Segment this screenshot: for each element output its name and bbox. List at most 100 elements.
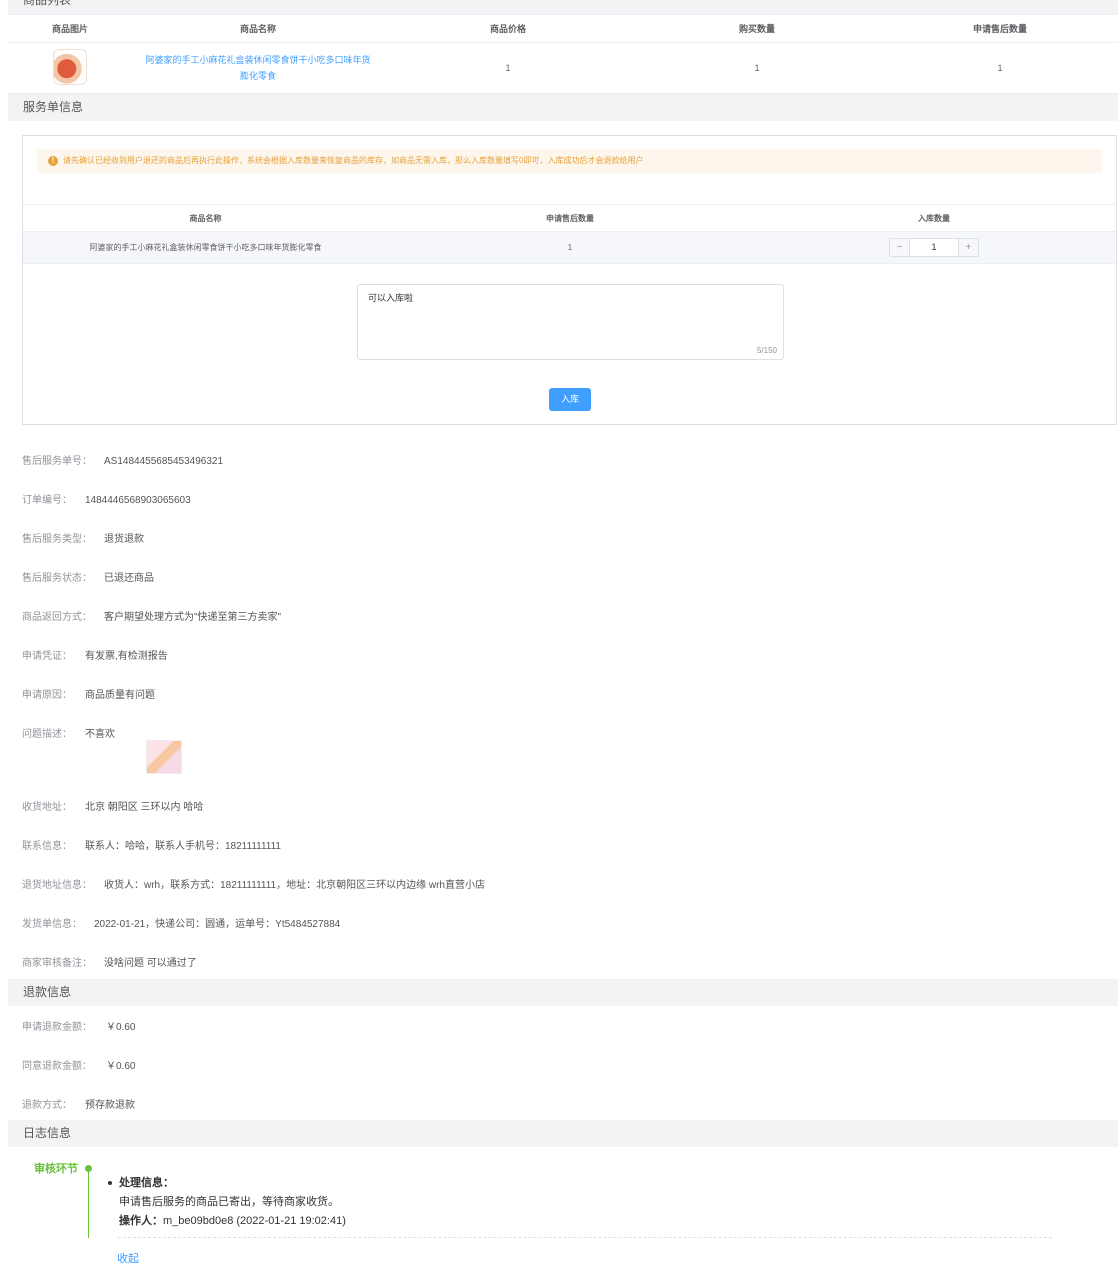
info-row-refund-method: 退款方式： 预存款退款: [22, 1096, 135, 1111]
info-label: 订单编号：: [22, 495, 72, 506]
info-row-return-method: 商品返回方式： 客户期望处理方式为"快递至第三方卖家": [22, 608, 281, 623]
store-table-header: 商品名称 申请售后数量 入库数量: [23, 204, 1116, 232]
section-header-service-info: 服务单信息: [8, 94, 1118, 121]
info-label: 问题描述：: [22, 729, 72, 740]
table-row: 阿婆家的手工小麻花礼盒装休闲零食饼干小吃多口味年货膨化零食 1 1 1: [8, 43, 1118, 94]
warning-alert: ! 请先确认已经收到用户退还的商品后再执行此操作，系统会根据入库数量来恢复商品的…: [37, 149, 1102, 173]
info-row-service-no: 售后服务单号： AS1484455685453496321: [22, 452, 223, 467]
char-counter: 5/150: [756, 346, 777, 355]
info-row-reason: 申请原因： 商品质量有问题: [22, 686, 155, 701]
info-value: 收货人：wrh，联系方式：18211111111，地址：北京朝阳区三环以内边缘 …: [104, 880, 485, 891]
info-row-apply-refund: 申请退款金额： ￥0.60: [22, 1018, 135, 1033]
timeline-line: [88, 1172, 89, 1238]
info-value: AS1484455685453496321: [104, 456, 224, 467]
col-header: 商品名称: [189, 213, 222, 223]
info-row-voucher: 申请凭证： 有发票,有检测报告: [22, 647, 168, 662]
info-row-shipment: 发货单信息： 2022-01-21，快递公司：圆通，运单号：Yt548452788…: [22, 915, 340, 930]
section-header-product-list: 商品列表: [8, 0, 1118, 14]
info-value: 商品质量有问题: [85, 690, 155, 701]
info-row-merchant-remark: 商家审核备注： 没啥问题 可以通过了: [22, 954, 197, 969]
plus-icon[interactable]: +: [959, 239, 978, 256]
log-operator: m_be09bd0e8 (2022-01-21 19:02:41): [163, 1215, 346, 1227]
info-label: 退款方式：: [22, 1100, 72, 1111]
col-header: 商品名称: [239, 24, 276, 34]
info-value: 有发票,有检测报告: [85, 651, 168, 662]
collapse-link[interactable]: 收起: [117, 1250, 139, 1266]
info-value: 预存款退款: [85, 1100, 135, 1111]
store-qty-input[interactable]: 1: [909, 239, 959, 256]
remark-textarea[interactable]: 可以入库啦 5/150: [357, 284, 784, 360]
info-row-return-address: 退货地址信息： 收货人：wrh，联系方式：18211111111，地址：北京朝阳区…: [22, 876, 485, 891]
info-label: 售后服务类型：: [22, 534, 92, 545]
product-name-link[interactable]: 阿婆家的手工小麻花礼盒装休闲零食饼干小吃多口味年货膨化零食: [132, 52, 384, 84]
info-value: 联系人：哈哈，联系人手机号：18211111111: [85, 841, 281, 852]
minus-icon[interactable]: −: [890, 239, 909, 256]
col-header: 申请售后数量: [972, 24, 1027, 34]
product-buy-qty: 1: [754, 63, 760, 73]
info-label: 售后服务单号：: [22, 456, 92, 467]
info-label: 发货单信息：: [22, 919, 82, 930]
info-value: 北京 朝阳区 三环以内 哈哈: [85, 802, 204, 813]
col-header: 商品图片: [51, 24, 88, 34]
info-label: 申请原因：: [22, 690, 72, 701]
product-image-cell: [8, 49, 132, 87]
warning-icon: !: [48, 156, 58, 166]
info-value: ￥0.60: [106, 1061, 136, 1072]
info-label: 同意退款金额：: [22, 1061, 92, 1072]
col-header: 入库数量: [918, 213, 950, 223]
store-qty-cell: − 1 +: [752, 238, 1116, 257]
info-label: 商家审核备注：: [22, 958, 92, 969]
log-entry-title: 处理信息：: [119, 1177, 174, 1189]
product-thumbnail[interactable]: [53, 49, 87, 85]
info-row-description: 问题描述： 不喜欢: [22, 725, 115, 740]
problem-image[interactable]: [146, 740, 182, 774]
info-label: 联系信息：: [22, 841, 72, 852]
timeline-dot-icon: [85, 1165, 92, 1172]
warning-text: 请先确认已经收到用户退还的商品后再执行此操作，系统会根据入库数量来恢复商品的库存…: [63, 156, 644, 165]
info-value: 客户期望处理方式为"快递至第三方卖家": [104, 612, 282, 623]
col-header: 商品价格: [489, 24, 526, 34]
store-in-panel: ! 请先确认已经收到用户退还的商品后再执行此操作，系统会根据入库数量来恢复商品的…: [22, 135, 1117, 425]
product-table-header: 商品图片 商品名称 商品价格 购买数量 申请售后数量: [8, 15, 1118, 43]
col-header: 申请售后数量: [546, 213, 594, 223]
log-entry: 处理信息： 申请售后服务的商品已寄出，等待商家收货。 操作人：m_be09bd0…: [108, 1174, 346, 1231]
log-stage-title: 审核环节: [34, 1163, 78, 1175]
table-row: 阿婆家的手工小麻花礼盒装休闲零食饼干小吃多口味年货膨化零食 1 − 1 +: [23, 232, 1116, 264]
info-label: 收货地址：: [22, 802, 72, 813]
store-product-name: 阿婆家的手工小麻花礼盒装休闲零食饼干小吃多口味年货膨化零食: [89, 243, 322, 252]
log-timeline: 审核环节 处理信息： 申请售后服务的商品已寄出，等待商家收货。 操作人：m_be…: [8, 1148, 1118, 1280]
product-apply-qty: 1: [997, 63, 1003, 73]
info-value: 没啥问题 可以通过了: [104, 958, 197, 969]
info-label: 售后服务状态：: [22, 573, 92, 584]
info-row-address: 收货地址： 北京 朝阳区 三环以内 哈哈: [22, 798, 203, 813]
info-label: 退货地址信息：: [22, 880, 92, 891]
info-value: 不喜欢: [85, 729, 115, 740]
log-entry-message: 申请售后服务的商品已寄出，等待商家收货。: [119, 1196, 339, 1208]
store-qty-stepper: − 1 +: [889, 238, 979, 257]
info-value: 退货退款: [104, 534, 144, 545]
remark-text: 可以入库啦: [368, 293, 414, 303]
info-row-contact: 联系信息： 联系人：哈哈，联系人手机号：18211111111: [22, 837, 281, 852]
divider: [118, 1237, 1052, 1238]
log-operator-label: 操作人：: [119, 1215, 163, 1227]
info-value: 1484446568903065603: [85, 495, 191, 506]
store-in-button[interactable]: 入库: [549, 388, 591, 411]
info-row-agree-refund: 同意退款金额： ￥0.60: [22, 1057, 135, 1072]
section-header-log-info: 日志信息: [8, 1120, 1118, 1147]
info-row-order-no: 订单编号： 1484446568903065603: [22, 491, 191, 506]
section-header-refund-info: 退款信息: [8, 979, 1118, 1006]
info-label: 申请退款金额：: [22, 1022, 92, 1033]
info-row-service-status: 售后服务状态： 已退还商品: [22, 569, 154, 584]
product-table: 商品图片 商品名称 商品价格 购买数量 申请售后数量 阿婆家的手工小麻花礼盒装休…: [8, 14, 1118, 94]
info-label: 申请凭证：: [22, 651, 72, 662]
col-header: 购买数量: [738, 24, 775, 34]
info-value: 已退还商品: [104, 573, 154, 584]
info-value: ￥0.60: [106, 1022, 136, 1033]
product-name-cell: 阿婆家的手工小麻花礼盒装休闲零食饼干小吃多口味年货膨化零食: [132, 52, 384, 84]
bullet-icon: [108, 1181, 112, 1185]
store-apply-qty: 1: [567, 243, 573, 252]
info-row-service-type: 售后服务类型： 退货退款: [22, 530, 144, 545]
info-value: 2022-01-21，快递公司：圆通，运单号：Yt5484527884: [94, 919, 341, 930]
product-price: 1: [505, 63, 511, 73]
info-label: 商品返回方式：: [22, 612, 92, 623]
